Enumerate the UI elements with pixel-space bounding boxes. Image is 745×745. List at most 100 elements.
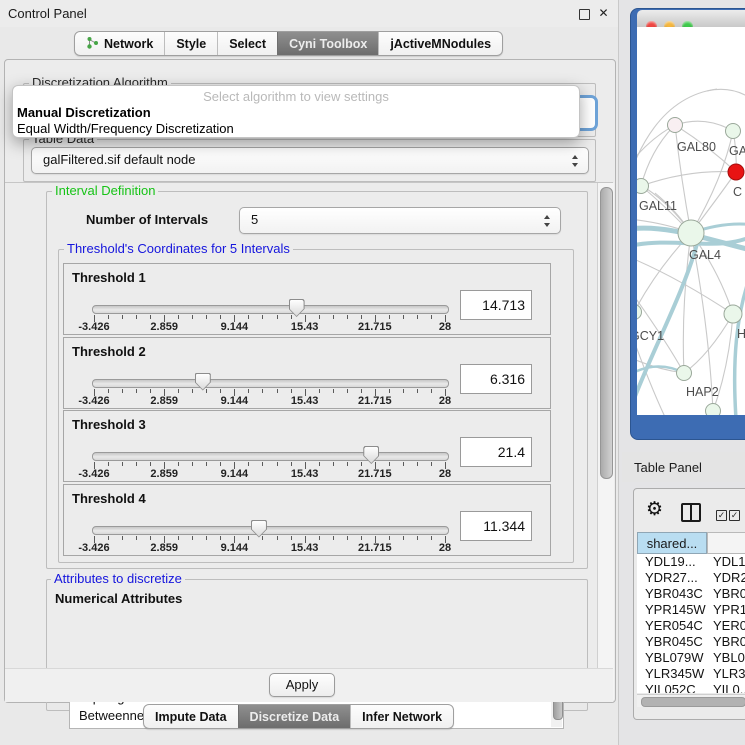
float-window-icon[interactable] xyxy=(579,9,590,20)
algorithm-option-equal-width[interactable]: Equal Width/Frequency Discretization xyxy=(17,121,234,136)
cell-shared-name[interactable]: YIL052C xyxy=(645,682,696,693)
threshold-label: Threshold 4 xyxy=(72,491,146,506)
network-edge-highlighted[interactable] xyxy=(637,244,697,407)
cell-shared-name[interactable]: YBR043C xyxy=(645,586,703,602)
column-header-name[interactable]: na xyxy=(707,532,745,554)
slider-track[interactable] xyxy=(92,379,449,388)
network-canvas[interactable]: GAL80GACGAL11GAL4GCY1HHAP2 xyxy=(637,27,745,415)
table-row[interactable]: YIL052C YIL0... xyxy=(637,682,745,693)
network-node-hap2[interactable] xyxy=(677,366,692,381)
slider-tick xyxy=(248,315,249,319)
cell-shared-name[interactable]: YDR27... xyxy=(645,570,698,586)
network-edge[interactable] xyxy=(641,172,736,186)
threshold-value-field[interactable]: 21.4 xyxy=(460,437,532,467)
checkbox-checked-icon[interactable]: ✓ xyxy=(729,510,740,521)
tab-infer-network[interactable]: Infer Network xyxy=(350,705,453,728)
slider-tick xyxy=(248,389,249,393)
slider-tick xyxy=(389,389,390,393)
slider-tick xyxy=(262,315,263,319)
network-edge[interactable] xyxy=(675,121,733,131)
table-horizontal-scrollbar[interactable] xyxy=(637,694,745,707)
slider-track[interactable] xyxy=(92,526,449,535)
network-node-label: HAP2 xyxy=(686,385,719,399)
tab-jactivemnodules[interactable]: jActiveMNodules xyxy=(378,32,502,55)
checkbox-checked-icon[interactable]: ✓ xyxy=(716,510,727,521)
num-intervals-combobox[interactable]: 5 xyxy=(239,207,561,234)
table-row[interactable]: YDR27... YDR2... xyxy=(637,570,745,586)
network-node-ga[interactable] xyxy=(726,124,741,139)
cell-shared-name[interactable]: YBL079W xyxy=(645,650,704,666)
table-row[interactable]: YBR043C YBR0... xyxy=(637,586,745,602)
table-row[interactable]: YDL19... YDL1... xyxy=(637,554,745,570)
close-icon[interactable]: ✕ xyxy=(598,8,609,19)
slider-thumb[interactable] xyxy=(363,446,379,464)
cell-shared-name[interactable]: YPR145W xyxy=(645,602,706,618)
network-edge-highlighted[interactable] xyxy=(735,279,745,415)
gear-icon[interactable]: ⚙ xyxy=(646,500,663,519)
cell-name[interactable]: YPR1... xyxy=(713,602,745,618)
cell-shared-name[interactable]: YLR345W xyxy=(645,666,704,682)
tab-select[interactable]: Select xyxy=(217,32,277,55)
apply-button[interactable]: Apply xyxy=(269,673,335,697)
cell-name[interactable]: YDR2... xyxy=(713,570,745,586)
cell-name[interactable]: YBL0... xyxy=(713,650,745,666)
network-node-gal4[interactable] xyxy=(678,220,704,246)
slider-tick xyxy=(319,462,320,466)
table-row[interactable]: YPR145W YPR1... xyxy=(637,602,745,618)
slider-track[interactable] xyxy=(92,305,449,314)
cell-name[interactable]: YIL0... xyxy=(713,682,745,693)
algorithm-option-manual[interactable]: Manual Discretization xyxy=(17,105,151,120)
slider-tick xyxy=(417,536,418,540)
network-node-c[interactable] xyxy=(728,164,744,180)
cell-name[interactable]: YLR3... xyxy=(713,666,745,682)
slider-tick xyxy=(206,462,207,466)
cell-name[interactable]: YDL1... xyxy=(713,554,745,570)
cell-shared-name[interactable]: YBR045C xyxy=(645,634,703,650)
panel-scrollbar-thumb[interactable] xyxy=(600,187,613,479)
tab-discretize-data[interactable]: Discretize Data xyxy=(238,705,351,728)
num-intervals-value: 5 xyxy=(251,212,258,227)
threshold-value-field[interactable]: 6.316 xyxy=(460,364,532,394)
cell-name[interactable]: YBR0... xyxy=(713,586,745,602)
network-node-gal11[interactable] xyxy=(637,179,649,194)
table-row[interactable]: YER054C YER0... xyxy=(637,618,745,634)
table-row[interactable]: YBR045C YBR0... xyxy=(637,634,745,650)
threshold-value-field[interactable]: 14.713 xyxy=(460,290,532,320)
network-edge[interactable] xyxy=(707,89,745,101)
slider-thumb[interactable] xyxy=(195,373,211,391)
panel-scrollbar[interactable] xyxy=(597,183,614,700)
slider-tick xyxy=(347,462,348,466)
tab-impute-data[interactable]: Impute Data xyxy=(144,705,238,728)
network-node[interactable] xyxy=(706,404,721,416)
slider-tick xyxy=(347,315,348,319)
network-node-gal80[interactable] xyxy=(668,118,683,133)
slider-tick xyxy=(361,389,362,393)
slider-tick xyxy=(403,462,404,466)
network-node-gcy1[interactable] xyxy=(637,305,642,320)
threshold-value-field[interactable]: 11.344 xyxy=(460,511,532,541)
cell-name[interactable]: YBR0... xyxy=(713,634,745,650)
slider-tick-label: 2.859 xyxy=(136,395,192,407)
network-window-titlebar[interactable] xyxy=(637,10,745,27)
slider-track[interactable] xyxy=(92,452,449,461)
tab-label: Impute Data xyxy=(155,710,227,724)
tab-style[interactable]: Style xyxy=(164,32,217,55)
table-data-combobox[interactable]: galFiltered.sif default node xyxy=(31,147,589,174)
node-table[interactable]: shared... na YDL19...YDL1...YDR27...YDR2… xyxy=(637,532,745,693)
table-row[interactable]: YLR345W YLR3... xyxy=(637,666,745,682)
tab-network[interactable]: Network xyxy=(75,32,164,55)
split-columns-icon[interactable] xyxy=(681,503,701,522)
cell-name[interactable]: YER0... xyxy=(713,618,745,634)
network-edge[interactable] xyxy=(641,125,675,186)
slider-thumb[interactable] xyxy=(251,520,267,538)
tab-cyni-toolbox[interactable]: Cyni Toolbox xyxy=(277,32,378,55)
table-hscrollbar-thumb[interactable] xyxy=(641,697,745,707)
table-panel: ⚙ ✓ ✓ shared... na YDL19...YDL1...YDR27.… xyxy=(633,488,745,720)
slider-tick xyxy=(347,536,348,540)
cell-shared-name[interactable]: YER054C xyxy=(645,618,703,634)
network-node-h[interactable] xyxy=(724,305,742,323)
cell-shared-name[interactable]: YDL19... xyxy=(645,554,696,570)
table-row[interactable]: YBL079W YBL0... xyxy=(637,650,745,666)
column-header-shared-name[interactable]: shared... xyxy=(637,532,707,554)
slider-tick xyxy=(389,315,390,319)
